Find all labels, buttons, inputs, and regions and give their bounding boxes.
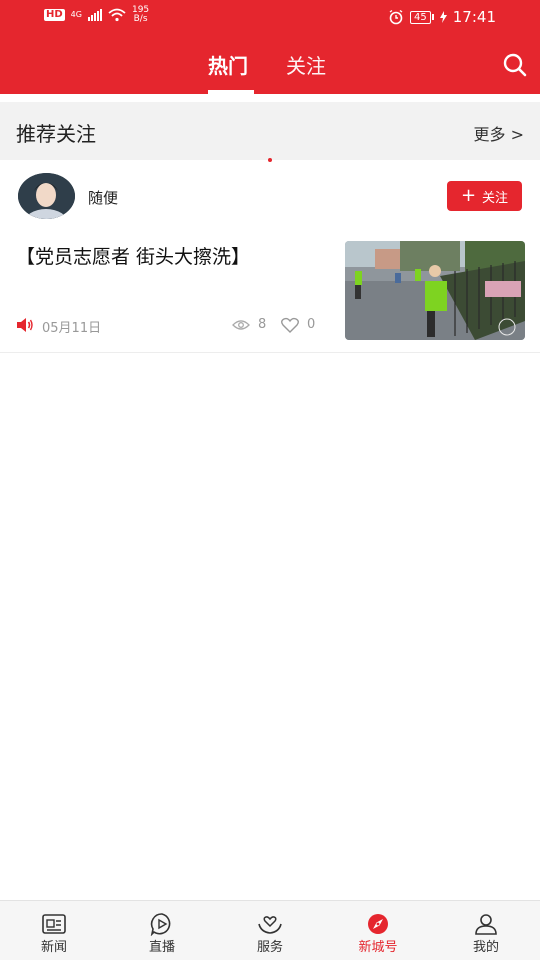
view-count: 8 [258,317,267,332]
avatar[interactable] [18,173,75,219]
follow-button[interactable]: + 关注 [447,181,522,211]
network-type: 4G [70,10,82,19]
net-speed-unit: B/s [133,14,148,24]
hd-badge: HD [44,9,65,21]
nav-service-label: 服务 [256,940,283,955]
page-indicator-dot [268,158,272,162]
play-icon [150,913,171,936]
article-meta: 05月11日 8 0 [16,316,316,336]
like-count: 0 [307,317,316,332]
follow-label: 关注 [482,190,509,206]
search-icon[interactable] [502,52,528,78]
nav-news-label: 新闻 [40,940,67,955]
plus-icon: + [460,185,477,206]
app-screen: HD 4G 195 B/s 45 17:41 热门 关注 推荐关注 更多 > 随… [0,0,540,960]
status-left: HD 4G 195 B/s [44,6,149,24]
signal-icon [87,9,102,21]
bottom-nav: 新闻 直播 服务 新城号 我的 [0,900,540,960]
status-time: 17:41 [452,8,496,26]
top-bar: HD 4G 195 B/s 45 17:41 热门 关注 [0,0,540,94]
net-speed: 195 B/s [132,6,149,24]
nav-service[interactable]: 服务 [216,901,324,960]
service-icon [258,916,282,934]
tab-hot[interactable]: 热门 [208,50,248,79]
heart-icon[interactable] [281,317,299,333]
article-thumbnail[interactable] [345,241,525,340]
user-icon [475,914,497,935]
article-card[interactable]: 【党员志愿者 街头大擦洗】 05月11日 8 0 [0,232,540,352]
divider [0,352,540,353]
news-icon [42,914,66,934]
status-bar: HD 4G 195 B/s 45 17:41 [0,0,540,34]
nav-news[interactable]: 新闻 [0,901,108,960]
article-date: 05月11日 [42,321,102,336]
nav-xinchenghao-label: 新城号 [358,940,398,955]
compass-icon [368,914,388,934]
speaker-icon[interactable] [16,317,34,333]
nav-xinchenghao[interactable]: 新城号 [324,901,432,960]
tab-active-indicator [208,90,254,94]
header-tabs: 热门 关注 [0,50,540,94]
alarm-icon [389,9,403,25]
nav-live[interactable]: 直播 [108,901,216,960]
battery-icon: 45 [410,10,431,24]
tab-follow[interactable]: 关注 [286,50,326,79]
nav-me-label: 我的 [472,940,499,955]
eye-icon [232,320,250,330]
nav-me[interactable]: 我的 [432,901,540,960]
recommend-header: 推荐关注 更多 > [0,102,540,160]
wifi-icon [108,8,126,22]
recommend-title: 推荐关注 [16,122,96,146]
account-name[interactable]: 随便 [88,187,118,208]
more-link[interactable]: 更多 > [474,121,525,145]
charging-icon [439,11,447,23]
battery-tip [431,14,434,20]
nav-live-label: 直播 [148,940,175,955]
article-title[interactable]: 【党员志愿者 街头大擦洗】 [16,242,326,269]
status-right: 45 17:41 [388,8,496,26]
